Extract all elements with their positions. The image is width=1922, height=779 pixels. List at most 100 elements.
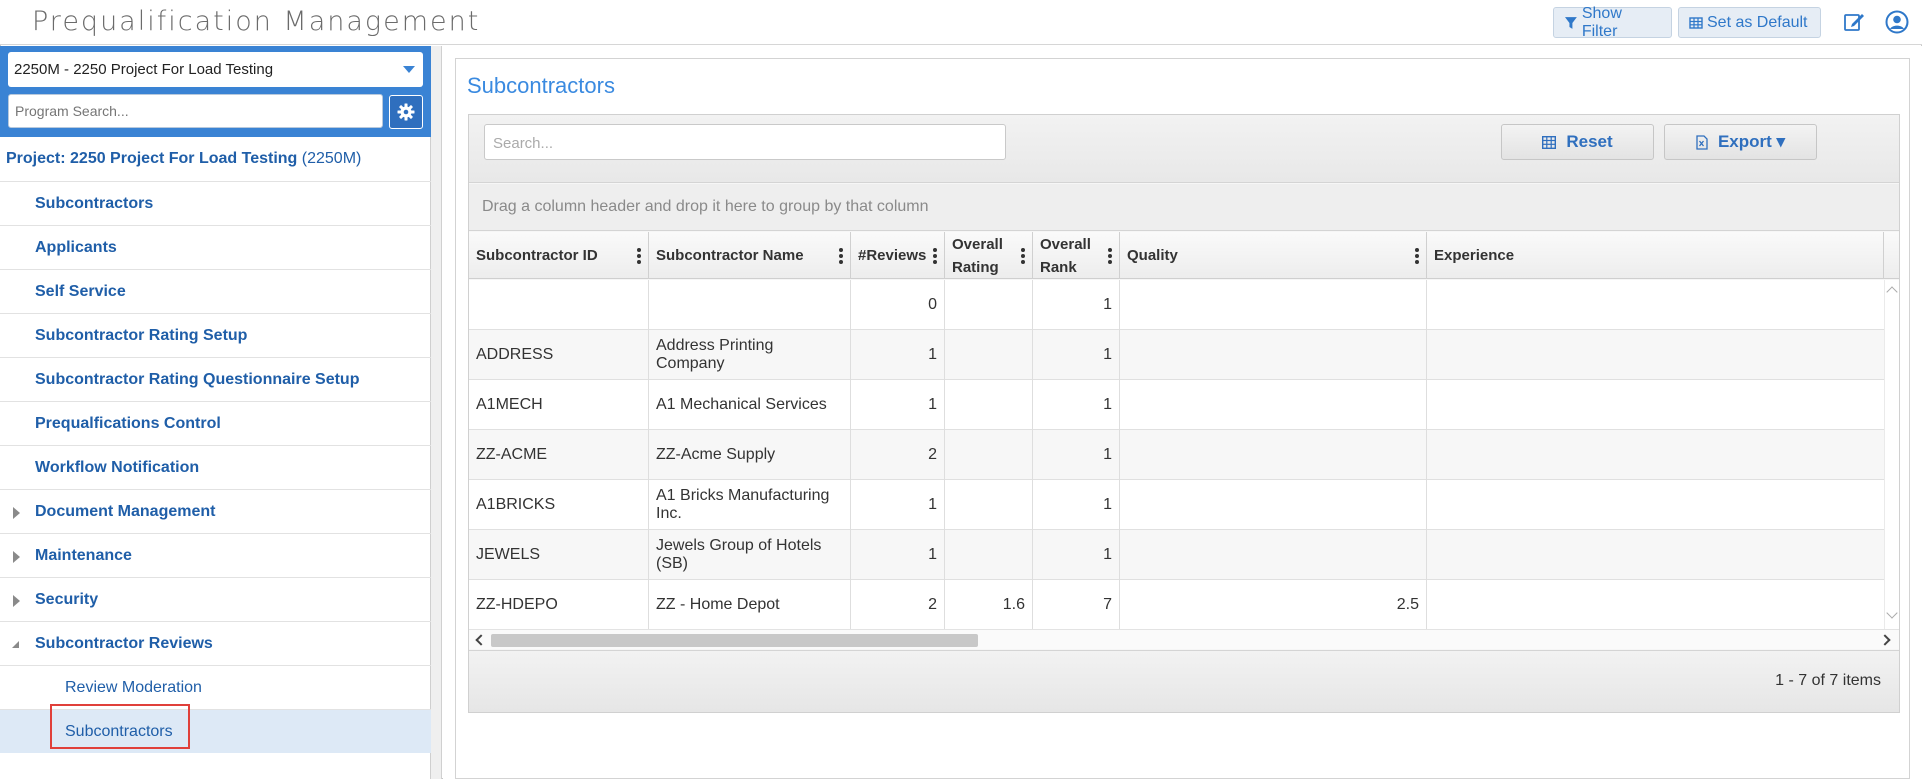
column-header[interactable]: Overall Rating — [945, 232, 1033, 279]
cell-subcontractor-id — [469, 280, 649, 330]
user-avatar-icon[interactable] — [1884, 9, 1910, 35]
sidebar-item-label: Document Management — [35, 502, 216, 520]
cell-overall-rating — [945, 430, 1033, 480]
column-menu-icon[interactable] — [637, 248, 641, 264]
project-heading: Project: 2250 Project For Load Testing (… — [6, 150, 361, 168]
sidebar-item-rating-setup[interactable]: Subcontractor Rating Setup — [0, 313, 431, 357]
program-search-input[interactable] — [8, 94, 383, 128]
cell-quality — [1120, 280, 1427, 330]
expand-arrow-icon[interactable] — [13, 595, 20, 607]
set-default-label: Set as Default — [1707, 13, 1808, 31]
cell-quality — [1120, 380, 1427, 430]
cell-subcontractor-name: Jewels Group of Hotels (SB) — [649, 530, 851, 580]
sidebar-item-label: Applicants — [35, 238, 117, 256]
sidebar-item-workflow-notification[interactable]: Workflow Notification — [0, 445, 431, 489]
table-row[interactable]: 0 1 — [469, 280, 1884, 330]
scroll-right-icon[interactable] — [1879, 634, 1891, 646]
column-menu-icon[interactable] — [933, 248, 937, 264]
column-menu-icon[interactable] — [1415, 248, 1419, 264]
cell-experience — [1427, 430, 1884, 480]
sidebar-item-self-service[interactable]: Self Service — [0, 269, 431, 313]
column-header[interactable]: Subcontractor ID — [469, 232, 649, 279]
sidebar-item-maintenance[interactable]: Maintenance — [0, 533, 431, 577]
project-select[interactable]: 2250M - 2250 Project For Load Testing — [8, 52, 423, 87]
panel-splitter[interactable] — [431, 46, 442, 779]
grid-header-row: Subcontractor ID Subcontractor Name #Rev… — [469, 232, 1899, 279]
grid-search-input[interactable]: Search... — [484, 124, 1006, 160]
sidebar-item-applicants[interactable]: Applicants — [0, 225, 431, 269]
cell-experience — [1427, 530, 1884, 580]
cell-subcontractor-id: ZZ-ACME — [469, 430, 649, 480]
cell-experience — [1427, 280, 1884, 330]
sidebar-item-label: Workflow Notification — [35, 458, 200, 476]
settings-button[interactable] — [389, 95, 423, 129]
show-filter-button[interactable]: Show Filter — [1553, 4, 1672, 40]
filter-icon — [1564, 16, 1577, 29]
table-row[interactable]: A1MECH A1 Mechanical Services 1 1 — [469, 380, 1884, 430]
show-filter-label: Show Filter — [1581, 4, 1622, 40]
table-row[interactable]: ZZ-ACME ZZ-Acme Supply 2 1 — [469, 430, 1884, 480]
scrollbar-thumb[interactable] — [491, 634, 978, 647]
column-menu-icon[interactable] — [1021, 248, 1025, 264]
column-menu-icon[interactable] — [839, 248, 843, 264]
table-row[interactable]: ADDRESS Address Printing Company 1 1 — [469, 330, 1884, 380]
cell-overall-rating — [945, 380, 1033, 430]
cell-overall-rank: 1 — [1033, 480, 1120, 530]
horizontal-scrollbar[interactable] — [469, 629, 1899, 649]
column-header[interactable]: Quality — [1120, 232, 1427, 279]
scroll-left-icon[interactable] — [475, 634, 487, 646]
column-header[interactable]: Experience — [1427, 232, 1884, 279]
cell-subcontractor-name: ZZ - Home Depot — [649, 580, 851, 629]
expand-arrow-icon[interactable] — [13, 507, 20, 519]
table-row[interactable]: A1BRICKS A1 Bricks Manufacturing Inc. 1 … — [469, 480, 1884, 530]
vertical-scrollbar[interactable] — [1884, 280, 1899, 629]
excel-file-icon — [1696, 134, 1708, 150]
column-header[interactable]: #Reviews — [851, 232, 945, 279]
scroll-down-icon[interactable] — [1886, 607, 1898, 619]
scroll-up-icon[interactable] — [1886, 286, 1898, 298]
sidebar-item-prequalifications-control[interactable]: Prequalfications Control — [0, 401, 431, 445]
column-header[interactable]: Subcontractor Name — [649, 232, 851, 279]
cell-overall-rating — [945, 530, 1033, 580]
sidebar-item-document-management[interactable]: Document Management — [0, 489, 431, 533]
sidebar-item-label: Review Moderation — [65, 678, 202, 696]
edit-icon[interactable] — [1841, 9, 1867, 35]
sidebar-item-label: Maintenance — [35, 546, 132, 564]
set-default-button[interactable]: Set as Default — [1678, 7, 1821, 38]
column-menu-icon[interactable] — [1108, 248, 1112, 264]
cell-subcontractor-name — [649, 280, 851, 330]
column-header-label: Overall Rank — [1040, 235, 1091, 276]
table-row[interactable]: JEWELS Jewels Group of Hotels (SB) 1 1 — [469, 530, 1884, 580]
sidebar-item-questionnaire-setup[interactable]: Subcontractor Rating Questionnaire Setup — [0, 357, 431, 401]
data-grid: Search... Reset Export ▾ Drag a column h… — [468, 114, 1900, 713]
cell-overall-rank: 1 — [1033, 430, 1120, 480]
table-icon — [1689, 16, 1703, 29]
column-header-label: Overall Rating — [952, 235, 1003, 276]
cell-overall-rating: 1.6 — [945, 580, 1033, 629]
sidebar-controls: 2250M - 2250 Project For Load Testing — [0, 46, 431, 137]
sidebar-item-subcontractor-reviews[interactable]: Subcontractor Reviews — [0, 621, 431, 665]
pager-info: 1 - 7 of 7 items — [1775, 672, 1881, 689]
cell-reviews: 0 — [851, 280, 945, 330]
export-button[interactable]: Export ▾ — [1664, 124, 1817, 160]
sidebar-item-label: Prequalfications Control — [35, 414, 221, 432]
sidebar-item-label: Security — [35, 590, 99, 608]
reset-button[interactable]: Reset — [1501, 124, 1654, 160]
project-select-value: 2250M - 2250 Project For Load Testing — [14, 61, 274, 78]
collapse-arrow-icon[interactable] — [12, 641, 19, 648]
app-header: Prequalification Management Show Filter … — [0, 0, 1922, 45]
sidebar-item-review-moderation[interactable]: Review Moderation — [0, 665, 431, 709]
sidebar-item-security[interactable]: Security — [0, 577, 431, 621]
main-area: Subcontractors Search... Reset Export ▾ … — [443, 46, 1922, 779]
cell-quality — [1120, 330, 1427, 380]
cell-experience — [1427, 580, 1884, 629]
sidebar-nav: Subcontractors Applicants Self Service S… — [0, 181, 431, 753]
expand-arrow-icon[interactable] — [13, 551, 20, 563]
cell-subcontractor-name: A1 Mechanical Services — [649, 380, 851, 430]
column-header[interactable]: Overall Rank — [1033, 232, 1120, 279]
cell-reviews: 1 — [851, 330, 945, 380]
group-by-drop-zone[interactable]: Drag a column header and drop it here to… — [469, 184, 1899, 231]
table-row[interactable]: ZZ-HDEPO ZZ - Home Depot 2 1.6 7 2.5 — [469, 580, 1884, 629]
cell-reviews: 1 — [851, 530, 945, 580]
sidebar-item-subcontractors[interactable]: Subcontractors — [0, 181, 431, 225]
